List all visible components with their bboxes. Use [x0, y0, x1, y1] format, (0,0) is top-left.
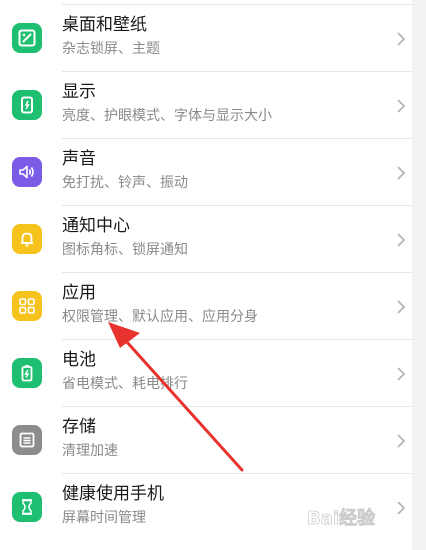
item-subtitle: 杂志锁屏、主题 [62, 41, 160, 57]
storage-icon [12, 425, 42, 455]
item-subtitle: 清理加速 [62, 443, 118, 459]
settings-item-notifications[interactable]: 通知中心 图标角标、锁屏通知 [0, 206, 412, 273]
item-title: 显示 [62, 82, 96, 102]
item-subtitle: 图标角标、锁屏通知 [62, 242, 188, 258]
item-title: 电池 [62, 350, 96, 370]
chevron-right-icon [397, 233, 406, 247]
chevron-right-icon [397, 300, 406, 314]
battery-icon [12, 358, 42, 388]
chevron-right-icon [397, 166, 406, 180]
display-icon [12, 90, 42, 120]
item-subtitle: 亮度、护眼模式、字体与显示大小 [62, 108, 272, 124]
watermark-logo: Bai经验 [307, 507, 377, 530]
item-title: 通知中心 [62, 216, 130, 236]
chevron-right-icon [397, 32, 406, 46]
settings-item-storage[interactable]: 存储 清理加速 [0, 407, 412, 474]
apps-icon [12, 291, 42, 321]
settings-item-sound[interactable]: 声音 免打扰、铃声、振动 [0, 139, 412, 206]
item-title: 应用 [62, 283, 96, 303]
item-title: 桌面和壁纸 [62, 15, 147, 35]
item-title: 存储 [62, 417, 96, 437]
sound-icon [12, 157, 42, 187]
chevron-right-icon [397, 99, 406, 113]
item-subtitle: 省电模式、耗电排行 [62, 376, 188, 392]
item-subtitle: 屏幕时间管理 [62, 510, 146, 526]
chevron-right-icon [397, 367, 406, 381]
item-title: 健康使用手机 [62, 484, 164, 504]
bell-icon [12, 224, 42, 254]
watermark-text: Bai经验 [307, 507, 376, 529]
item-subtitle: 权限管理、默认应用、应用分身 [62, 309, 258, 325]
settings-item-wallpaper[interactable]: 桌面和壁纸 杂志锁屏、主题 [0, 5, 412, 72]
item-subtitle: 免打扰、铃声、振动 [62, 175, 188, 191]
settings-item-display[interactable]: 显示 亮度、护眼模式、字体与显示大小 [0, 72, 412, 139]
settings-list: 桌面和壁纸 杂志锁屏、主题 显示 亮度、护眼模式、字体与显示大小 声音 免打扰、… [0, 0, 412, 550]
settings-item-battery[interactable]: 电池 省电模式、耗电排行 [0, 340, 412, 407]
item-title: 声音 [62, 149, 96, 169]
chevron-right-icon [397, 434, 406, 448]
hourglass-icon [12, 492, 42, 522]
wallpaper-icon [12, 23, 42, 53]
settings-item-apps[interactable]: 应用 权限管理、默认应用、应用分身 [0, 273, 412, 340]
